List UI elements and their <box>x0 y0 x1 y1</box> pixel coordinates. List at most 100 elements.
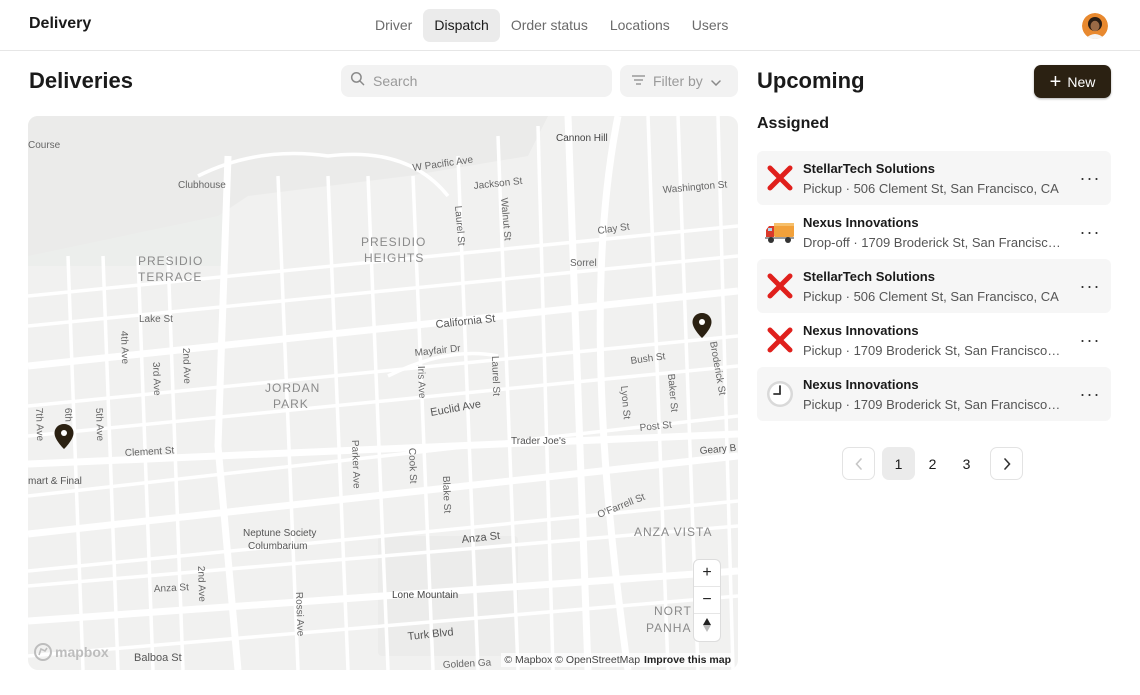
map-label-presidio-heights-2: HEIGHTS <box>364 251 424 265</box>
more-options-icon[interactable]: ··· <box>1069 330 1111 351</box>
chevron-right-icon <box>1003 457 1011 470</box>
map-label-neptune-1: Neptune Society <box>243 528 316 539</box>
map-label-5th-ave: 5th Ave <box>93 408 105 442</box>
more-options-icon[interactable]: ··· <box>1069 276 1111 297</box>
map-label-presidio-heights-1: PRESIDIO <box>361 235 426 249</box>
nav-order-status[interactable]: Order status <box>500 9 599 42</box>
map-label-lake: Lake St <box>139 314 173 325</box>
new-button-label: New <box>1067 73 1096 90</box>
map-label-laurel-st: Laurel St <box>452 205 466 246</box>
search-input[interactable] <box>373 73 593 89</box>
item-name: Nexus Innovations <box>803 322 919 338</box>
more-options-icon[interactable]: ··· <box>1069 222 1111 243</box>
new-delivery-button[interactable]: + New <box>1034 65 1111 98</box>
assigned-section-label: Assigned <box>757 115 830 132</box>
list-item[interactable]: Nexus Innovations Drop-off · 1709 Broder… <box>757 205 1111 259</box>
improve-map-link[interactable]: Improve this map <box>644 654 731 666</box>
cross-mark-icon <box>757 164 803 192</box>
more-options-icon[interactable]: ··· <box>1069 384 1111 405</box>
user-avatar[interactable] <box>1082 13 1108 39</box>
item-detail: Pickup · 1709 Broderick St, San Francisc… <box>803 396 1061 412</box>
map-label-balboa: Balboa St <box>134 652 182 664</box>
map-label-parker: Parker Ave <box>349 440 362 490</box>
list-item[interactable]: StellarTech Solutions Pickup · 506 Cleme… <box>757 259 1111 313</box>
more-options-icon[interactable]: ··· <box>1069 168 1111 189</box>
search-icon <box>350 71 365 91</box>
map-label-cannon-hill: Cannon Hill <box>556 133 608 144</box>
list-item[interactable]: StellarTech Solutions Pickup · 506 Cleme… <box>757 151 1111 205</box>
attribution-text[interactable]: © Mapbox © OpenStreetMap <box>504 654 640 666</box>
map-label-post: Post St <box>639 420 672 434</box>
search-box[interactable] <box>341 65 612 97</box>
page-1[interactable]: 1 <box>882 447 915 480</box>
map-label-6th: 6th <box>62 408 73 422</box>
item-name: StellarTech Solutions <box>803 160 935 176</box>
map-label-north-1: NORT <box>654 604 692 618</box>
map-label-jordan-2: PARK <box>273 397 309 411</box>
map-label-2nd-ave-2: 2nd Ave <box>195 566 207 603</box>
map-label-neptune-2: Columbarium <box>248 541 307 552</box>
pagination: 1 2 3 <box>842 447 1023 480</box>
deliveries-title: Deliveries <box>29 68 133 93</box>
mapbox-logo-icon <box>34 643 52 661</box>
next-page-button[interactable] <box>990 447 1023 480</box>
nav-driver[interactable]: Driver <box>364 9 423 42</box>
nav-users[interactable]: Users <box>681 9 740 42</box>
map-label-cook: Cook St <box>406 448 418 484</box>
map-label-baker: Baker St <box>665 373 679 412</box>
map-label-laurel-2: Laurel St <box>489 356 501 397</box>
map-label-jackson: Jackson St <box>473 176 523 192</box>
main-nav: Driver Dispatch Order status Locations U… <box>364 9 739 42</box>
item-name: StellarTech Solutions <box>803 268 935 284</box>
map-label-lone-mountain: Lone Mountain <box>392 590 458 601</box>
chevron-left-icon <box>854 457 862 470</box>
map-label-jordan-1: JORDAN <box>265 381 320 395</box>
map-label-2nd-ave: 2nd Ave <box>180 348 192 385</box>
map-label-rossi: Rossi Ave <box>293 592 306 637</box>
cross-mark-icon <box>757 272 803 300</box>
map-label-golden-gate: Golden Ga <box>443 657 492 670</box>
map-label-bush: Bush St <box>630 351 666 367</box>
item-detail: Pickup · 506 Clement St, San Francisco, … <box>803 288 1059 304</box>
map-pin-icon[interactable] <box>692 313 712 339</box>
map-label-lyon: Lyon St <box>618 385 632 420</box>
plus-icon: + <box>702 564 712 581</box>
filter-label: Filter by <box>653 73 703 89</box>
map-label-north-2: PANHA <box>646 621 691 635</box>
page-2[interactable]: 2 <box>916 447 949 480</box>
filter-icon <box>631 73 646 89</box>
prev-page-button[interactable] <box>842 447 875 480</box>
chevron-down-icon <box>711 73 721 89</box>
map-label-iris: Iris Ave <box>415 366 427 399</box>
zoom-out-button[interactable]: − <box>694 587 720 614</box>
map-label-mart-final: mart & Final <box>28 476 82 487</box>
list-item[interactable]: Nexus Innovations Pickup · 1709 Broderic… <box>757 313 1111 367</box>
truck-icon <box>757 220 803 244</box>
map-label-presidio-terrace-1: PRESIDIO <box>138 254 203 268</box>
item-detail: Pickup · 506 Clement St, San Francisco, … <box>803 180 1059 196</box>
cross-mark-icon <box>757 326 803 354</box>
item-name: Nexus Innovations <box>803 214 919 230</box>
zoom-controls: + − <box>694 560 720 641</box>
assigned-list: StellarTech Solutions Pickup · 506 Cleme… <box>757 151 1111 421</box>
page-3[interactable]: 3 <box>950 447 983 480</box>
mapbox-logo-text: mapbox <box>55 644 109 660</box>
map-pin-icon[interactable] <box>54 424 74 450</box>
map-label-sorrel: Sorrel <box>570 258 597 269</box>
compass-button[interactable] <box>694 614 720 641</box>
map-label-7th-ave: 7th Ave <box>33 408 45 442</box>
map-label-4th-ave: 4th Ave <box>118 331 130 365</box>
map-label-euclid: Euclid Ave <box>429 398 481 419</box>
item-name: Nexus Innovations <box>803 376 919 392</box>
map-label-washington: Washington St <box>662 179 728 196</box>
nav-dispatch[interactable]: Dispatch <box>423 9 500 42</box>
zoom-in-button[interactable]: + <box>694 560 720 587</box>
nav-locations[interactable]: Locations <box>599 9 681 42</box>
upcoming-title: Upcoming <box>757 68 865 93</box>
mapbox-logo[interactable]: mapbox <box>34 643 109 661</box>
filter-dropdown[interactable]: Filter by <box>620 65 738 97</box>
map-label-course: Course <box>28 140 61 151</box>
list-item[interactable]: Nexus Innovations Pickup · 1709 Broderic… <box>757 367 1111 421</box>
clock-icon <box>757 380 803 408</box>
delivery-map[interactable]: Course Clubhouse Cannon Hill W Pacific A… <box>28 116 738 670</box>
